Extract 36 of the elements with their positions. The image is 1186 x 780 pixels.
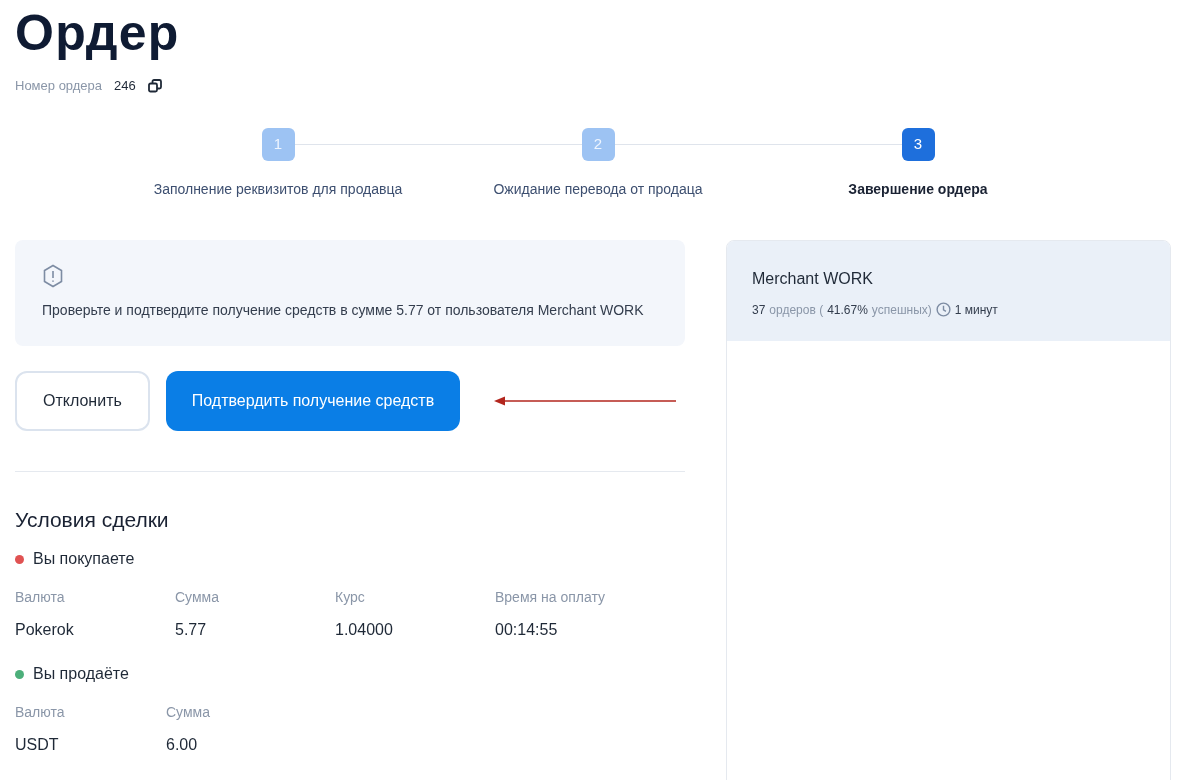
merchant-stat: успешных) [871,301,932,319]
section-label: Вы покупаете [33,549,135,569]
clock-icon [935,302,951,317]
order-number: 246 [114,77,136,95]
field-label: Сумма [175,588,220,607]
field-value: 1.04000 [335,620,394,640]
merchant-name: Merchant WORK [752,268,874,289]
deal-title: Условия сделки [15,506,170,533]
step-label: Завершение ордера [848,179,988,199]
merchant-stat: 37 [752,301,766,319]
step-number: 2 [581,127,615,161]
merchant-stat: 41.67% [827,301,868,319]
field-label: Валюта [15,703,66,722]
page-title: Ордер [15,4,181,58]
field-label: Сумма [166,703,211,722]
section-label: Вы продаёте [33,664,129,684]
notice-text: Проверьте и подтвердите получение средств в сумме 5.77 от пользователя Merchant WORK [42,300,645,320]
field-value: 00:14:55 [495,620,559,640]
field-label: Валюта [15,588,66,607]
field-value: USDT [15,735,60,755]
merchant-time: 1 минут [954,301,998,319]
field-value: 5.77 [175,620,208,640]
warning-icon [42,263,64,288]
order-number-label: Номер ордера [15,77,103,95]
field-value: Pokerok [15,620,75,640]
step-number: 3 [901,127,935,161]
step-label: Заполнение реквизитов для продавца [153,179,403,199]
decline-button[interactable]: Отклонить [15,370,150,431]
field-value: 6.00 [166,735,199,755]
field-label: Время на оплату [495,588,606,607]
confirm-button[interactable]: Подтвердить получение средств [165,370,461,431]
step-label: Ожидание перевода от продаца [493,179,703,199]
merchant-stat: ордеров ( [769,301,824,319]
step-number: 1 [261,127,295,161]
field-label: Курс [335,588,366,607]
copy-icon[interactable] [147,78,162,93]
